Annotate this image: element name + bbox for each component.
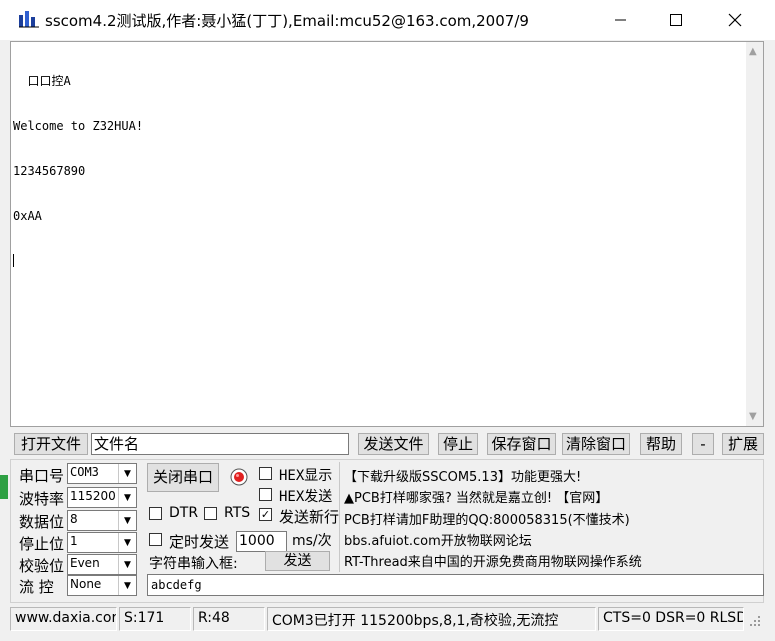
collapse-button[interactable]: - (692, 433, 714, 455)
chevron-down-icon[interactable]: ▼ (118, 576, 136, 595)
window-title: sscom4.2测试版,作者:聂小猛(丁丁),Email:mcu52@163.c… (45, 12, 529, 30)
data-bits-label: 数据位 (19, 513, 65, 531)
status-sent-count: S:171 (119, 607, 191, 631)
chevron-down-icon[interactable]: ▼ (118, 511, 136, 530)
app-icon (18, 9, 40, 29)
expand-button[interactable]: 扩展 (722, 433, 764, 455)
send-input-text: abcdefg (151, 578, 202, 592)
input-box-label: 字符串输入框: (149, 556, 238, 572)
parity-select[interactable]: Even ▼ (67, 554, 137, 575)
vertical-scrollbar[interactable]: ▲ ▼ (746, 42, 763, 426)
rts-label: RTS (224, 505, 251, 521)
scroll-down-icon[interactable]: ▼ (749, 411, 757, 422)
flow-control-value: None (70, 577, 102, 591)
receive-line: 口口控A (13, 74, 71, 88)
receive-line: Welcome to Z32HUA! (13, 119, 144, 133)
hex-display-checkbox[interactable] (259, 467, 272, 480)
send-input[interactable]: abcdefg (147, 574, 764, 596)
receive-line: 1234567890 (13, 164, 86, 178)
save-window-button[interactable]: 保存窗口 (487, 433, 556, 455)
title-bar: sscom4.2测试版,作者:聂小猛(丁丁),Email:mcu52@163.c… (0, 0, 775, 40)
help-button[interactable]: 帮助 (640, 433, 682, 455)
receive-line: 0xAA (13, 209, 42, 223)
maximize-icon[interactable] (656, 8, 696, 32)
ad-link-pcb[interactable]: ▲PCB打样哪家强? 当然就是嘉立创! 【官网】 (344, 487, 608, 506)
ad-link-bbs[interactable]: bbs.afuiot.com开放物联网论坛 (344, 530, 532, 549)
rts-checkbox[interactable] (204, 507, 217, 520)
text-cursor (13, 254, 14, 267)
send-file-button[interactable]: 发送文件 (358, 433, 429, 455)
resize-grip-icon[interactable] (748, 614, 762, 628)
interval-input[interactable]: 1000 (236, 531, 287, 552)
send-newline-checkbox[interactable]: ✓ (259, 508, 272, 521)
ad-link-qq[interactable]: PCB打样请加F助理的QQ:800058315(不懂技术) (344, 509, 630, 528)
hex-send-label: HEX发送 (279, 489, 333, 505)
status-port-info: COM3已打开 115200bps,8,1,奇校验,无流控 (267, 607, 596, 631)
scroll-up-icon[interactable]: ▲ (749, 46, 757, 57)
chevron-down-icon[interactable]: ▼ (118, 488, 136, 507)
baud-label: 波特率 (19, 490, 65, 508)
clear-window-button[interactable]: 清除窗口 (562, 433, 630, 455)
close-port-button[interactable]: 关闭串口 (147, 463, 219, 492)
ad-link-rtthread[interactable]: RT-Thread来自中国的开源免费商用物联网操作系统 (344, 551, 642, 570)
stop-button[interactable]: 停止 (438, 433, 478, 455)
dtr-label: DTR (169, 505, 199, 521)
chevron-down-icon[interactable]: ▼ (118, 464, 136, 483)
send-newline-label: 发送新行 (279, 508, 340, 526)
status-received-count: R:48 (193, 607, 265, 631)
baud-select[interactable]: 115200 ▼ (67, 487, 137, 508)
minimize-icon[interactable] (600, 8, 640, 32)
parity-label: 校验位 (19, 557, 65, 575)
receive-area[interactable]: 口口控A Welcome to Z32HUA! 1234567890 0xAA … (10, 41, 764, 427)
stop-bits-select[interactable]: 1 ▼ (67, 532, 137, 553)
parity-value: Even (70, 556, 100, 570)
receive-text: 口口控A Welcome to Z32HUA! 1234567890 0xAA (13, 44, 143, 297)
port-select[interactable]: COM3 ▼ (67, 463, 137, 484)
file-name-input[interactable]: 文件名 (91, 433, 349, 455)
port-status-icon (229, 467, 249, 487)
chevron-down-icon[interactable]: ▼ (118, 533, 136, 552)
port-label: 串口号 (19, 467, 65, 485)
data-bits-value: 8 (70, 512, 78, 526)
close-icon[interactable] (715, 8, 755, 32)
open-file-button[interactable]: 打开文件 (14, 433, 88, 455)
background-window-edge (0, 475, 8, 499)
status-signals: CTS=0 DSR=0 RLSD (598, 607, 744, 631)
hex-send-checkbox[interactable] (259, 488, 272, 501)
interval-unit-label: ms/次 (292, 533, 332, 549)
hex-display-label: HEX显示 (279, 468, 333, 484)
stop-bits-label: 停止位 (19, 535, 65, 553)
port-value: COM3 (70, 465, 99, 479)
timed-send-label: 定时发送 (169, 533, 230, 551)
flow-control-select[interactable]: None ▼ (67, 575, 137, 596)
flow-control-label: 流 控 (19, 578, 54, 596)
stop-bits-value: 1 (70, 534, 78, 548)
status-website[interactable]: www.daxia.cor (10, 607, 117, 631)
ad-link-upgrade[interactable]: 【下载升级版SSCOM5.13】功能更强大! (344, 466, 581, 485)
data-bits-select[interactable]: 8 ▼ (67, 510, 137, 531)
timed-send-checkbox[interactable] (149, 533, 162, 546)
send-button[interactable]: 发送 (265, 551, 330, 571)
baud-value: 115200 (70, 489, 116, 503)
dtr-checkbox[interactable] (149, 507, 162, 520)
chevron-down-icon[interactable]: ▼ (118, 555, 136, 574)
